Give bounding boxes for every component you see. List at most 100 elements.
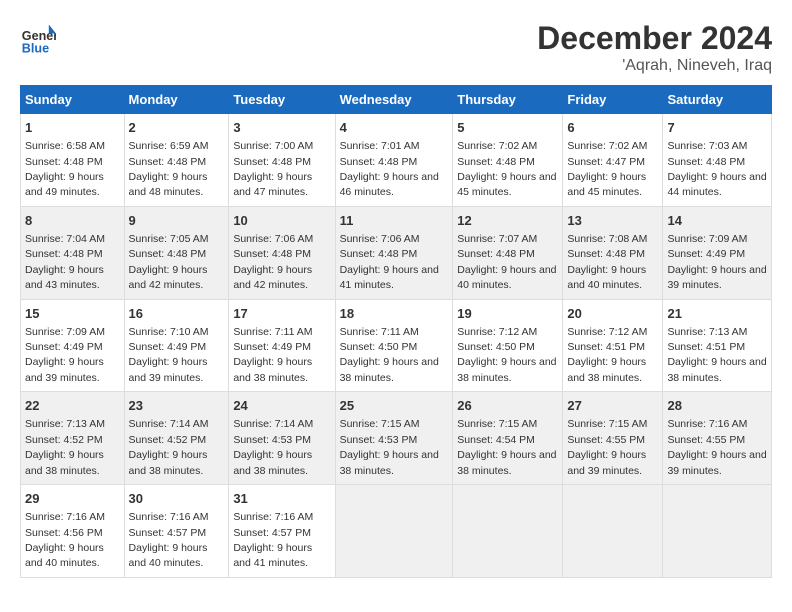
header-wednesday: Wednesday	[335, 86, 453, 114]
day-info: Sunrise: 7:06 AMSunset: 4:48 PMDaylight:…	[340, 233, 439, 291]
calendar-cell: 11 Sunrise: 7:06 AMSunset: 4:48 PMDaylig…	[335, 206, 453, 299]
header-tuesday: Tuesday	[229, 86, 335, 114]
day-info: Sunrise: 7:05 AMSunset: 4:48 PMDaylight:…	[129, 233, 209, 291]
day-number: 18	[340, 305, 449, 323]
day-info: Sunrise: 6:59 AMSunset: 4:48 PMDaylight:…	[129, 140, 209, 198]
calendar-cell: 7 Sunrise: 7:03 AMSunset: 4:48 PMDayligh…	[663, 114, 772, 207]
calendar-cell: 24 Sunrise: 7:14 AMSunset: 4:53 PMDaylig…	[229, 392, 335, 485]
calendar-cell: 19 Sunrise: 7:12 AMSunset: 4:50 PMDaylig…	[453, 299, 563, 392]
day-number: 2	[129, 119, 225, 137]
calendar-cell: 27 Sunrise: 7:15 AMSunset: 4:55 PMDaylig…	[563, 392, 663, 485]
day-number: 5	[457, 119, 558, 137]
calendar-cell: 13 Sunrise: 7:08 AMSunset: 4:48 PMDaylig…	[563, 206, 663, 299]
day-info: Sunrise: 7:16 AMSunset: 4:55 PMDaylight:…	[667, 418, 766, 476]
day-info: Sunrise: 6:58 AMSunset: 4:48 PMDaylight:…	[25, 140, 105, 198]
calendar-cell: 20 Sunrise: 7:12 AMSunset: 4:51 PMDaylig…	[563, 299, 663, 392]
day-info: Sunrise: 7:15 AMSunset: 4:55 PMDaylight:…	[567, 418, 647, 476]
day-number: 22	[25, 397, 120, 415]
day-info: Sunrise: 7:06 AMSunset: 4:48 PMDaylight:…	[233, 233, 313, 291]
calendar-week-row: 8 Sunrise: 7:04 AMSunset: 4:48 PMDayligh…	[21, 206, 772, 299]
day-info: Sunrise: 7:08 AMSunset: 4:48 PMDaylight:…	[567, 233, 647, 291]
day-number: 4	[340, 119, 449, 137]
calendar-cell: 28 Sunrise: 7:16 AMSunset: 4:55 PMDaylig…	[663, 392, 772, 485]
calendar-cell: 4 Sunrise: 7:01 AMSunset: 4:48 PMDayligh…	[335, 114, 453, 207]
day-info: Sunrise: 7:11 AMSunset: 4:49 PMDaylight:…	[233, 326, 312, 384]
day-number: 31	[233, 490, 330, 508]
day-number: 23	[129, 397, 225, 415]
day-info: Sunrise: 7:12 AMSunset: 4:50 PMDaylight:…	[457, 326, 556, 384]
main-title: December 2024	[537, 20, 772, 57]
calendar-cell: 29 Sunrise: 7:16 AMSunset: 4:56 PMDaylig…	[21, 485, 125, 578]
day-number: 7	[667, 119, 767, 137]
calendar-week-row: 22 Sunrise: 7:13 AMSunset: 4:52 PMDaylig…	[21, 392, 772, 485]
header-thursday: Thursday	[453, 86, 563, 114]
calendar-week-row: 15 Sunrise: 7:09 AMSunset: 4:49 PMDaylig…	[21, 299, 772, 392]
calendar-cell: 9 Sunrise: 7:05 AMSunset: 4:48 PMDayligh…	[124, 206, 229, 299]
day-info: Sunrise: 7:09 AMSunset: 4:49 PMDaylight:…	[667, 233, 766, 291]
calendar-cell: 16 Sunrise: 7:10 AMSunset: 4:49 PMDaylig…	[124, 299, 229, 392]
day-info: Sunrise: 7:13 AMSunset: 4:52 PMDaylight:…	[25, 418, 105, 476]
day-info: Sunrise: 7:02 AMSunset: 4:48 PMDaylight:…	[457, 140, 556, 198]
day-info: Sunrise: 7:10 AMSunset: 4:49 PMDaylight:…	[129, 326, 209, 384]
day-info: Sunrise: 7:00 AMSunset: 4:48 PMDaylight:…	[233, 140, 313, 198]
day-number: 8	[25, 212, 120, 230]
day-number: 27	[567, 397, 658, 415]
day-number: 24	[233, 397, 330, 415]
day-info: Sunrise: 7:03 AMSunset: 4:48 PMDaylight:…	[667, 140, 766, 198]
day-info: Sunrise: 7:14 AMSunset: 4:52 PMDaylight:…	[129, 418, 209, 476]
day-number: 6	[567, 119, 658, 137]
calendar-cell	[563, 485, 663, 578]
calendar-cell: 1 Sunrise: 6:58 AMSunset: 4:48 PMDayligh…	[21, 114, 125, 207]
day-info: Sunrise: 7:16 AMSunset: 4:57 PMDaylight:…	[233, 511, 313, 569]
day-info: Sunrise: 7:07 AMSunset: 4:48 PMDaylight:…	[457, 233, 556, 291]
day-info: Sunrise: 7:01 AMSunset: 4:48 PMDaylight:…	[340, 140, 439, 198]
day-info: Sunrise: 7:15 AMSunset: 4:54 PMDaylight:…	[457, 418, 556, 476]
day-info: Sunrise: 7:12 AMSunset: 4:51 PMDaylight:…	[567, 326, 647, 384]
day-number: 19	[457, 305, 558, 323]
calendar-cell	[663, 485, 772, 578]
day-info: Sunrise: 7:09 AMSunset: 4:49 PMDaylight:…	[25, 326, 105, 384]
calendar-cell: 21 Sunrise: 7:13 AMSunset: 4:51 PMDaylig…	[663, 299, 772, 392]
logo: General Blue	[20, 20, 56, 56]
day-number: 25	[340, 397, 449, 415]
day-number: 10	[233, 212, 330, 230]
day-number: 28	[667, 397, 767, 415]
calendar-cell: 26 Sunrise: 7:15 AMSunset: 4:54 PMDaylig…	[453, 392, 563, 485]
day-info: Sunrise: 7:02 AMSunset: 4:47 PMDaylight:…	[567, 140, 647, 198]
day-info: Sunrise: 7:13 AMSunset: 4:51 PMDaylight:…	[667, 326, 766, 384]
day-info: Sunrise: 7:11 AMSunset: 4:50 PMDaylight:…	[340, 326, 439, 384]
calendar-cell: 6 Sunrise: 7:02 AMSunset: 4:47 PMDayligh…	[563, 114, 663, 207]
page-header: General Blue December 2024 'Aqrah, Ninev…	[20, 20, 772, 75]
title-block: December 2024 'Aqrah, Nineveh, Iraq	[537, 20, 772, 75]
calendar-cell	[335, 485, 453, 578]
day-number: 15	[25, 305, 120, 323]
day-number: 17	[233, 305, 330, 323]
day-info: Sunrise: 7:15 AMSunset: 4:53 PMDaylight:…	[340, 418, 439, 476]
calendar-cell: 5 Sunrise: 7:02 AMSunset: 4:48 PMDayligh…	[453, 114, 563, 207]
logo-icon: General Blue	[20, 20, 56, 56]
calendar-table: SundayMondayTuesdayWednesdayThursdayFrid…	[20, 85, 772, 578]
calendar-cell: 8 Sunrise: 7:04 AMSunset: 4:48 PMDayligh…	[21, 206, 125, 299]
day-number: 14	[667, 212, 767, 230]
calendar-cell: 14 Sunrise: 7:09 AMSunset: 4:49 PMDaylig…	[663, 206, 772, 299]
day-number: 30	[129, 490, 225, 508]
header-friday: Friday	[563, 86, 663, 114]
calendar-cell: 25 Sunrise: 7:15 AMSunset: 4:53 PMDaylig…	[335, 392, 453, 485]
day-number: 12	[457, 212, 558, 230]
header-monday: Monday	[124, 86, 229, 114]
day-number: 13	[567, 212, 658, 230]
day-number: 29	[25, 490, 120, 508]
calendar-cell: 15 Sunrise: 7:09 AMSunset: 4:49 PMDaylig…	[21, 299, 125, 392]
calendar-cell: 18 Sunrise: 7:11 AMSunset: 4:50 PMDaylig…	[335, 299, 453, 392]
calendar-cell: 22 Sunrise: 7:13 AMSunset: 4:52 PMDaylig…	[21, 392, 125, 485]
calendar-cell: 30 Sunrise: 7:16 AMSunset: 4:57 PMDaylig…	[124, 485, 229, 578]
calendar-cell: 23 Sunrise: 7:14 AMSunset: 4:52 PMDaylig…	[124, 392, 229, 485]
day-number: 26	[457, 397, 558, 415]
calendar-cell: 3 Sunrise: 7:00 AMSunset: 4:48 PMDayligh…	[229, 114, 335, 207]
day-info: Sunrise: 7:16 AMSunset: 4:57 PMDaylight:…	[129, 511, 209, 569]
calendar-cell: 12 Sunrise: 7:07 AMSunset: 4:48 PMDaylig…	[453, 206, 563, 299]
calendar-cell: 2 Sunrise: 6:59 AMSunset: 4:48 PMDayligh…	[124, 114, 229, 207]
day-number: 21	[667, 305, 767, 323]
calendar-header-row: SundayMondayTuesdayWednesdayThursdayFrid…	[21, 86, 772, 114]
day-number: 20	[567, 305, 658, 323]
